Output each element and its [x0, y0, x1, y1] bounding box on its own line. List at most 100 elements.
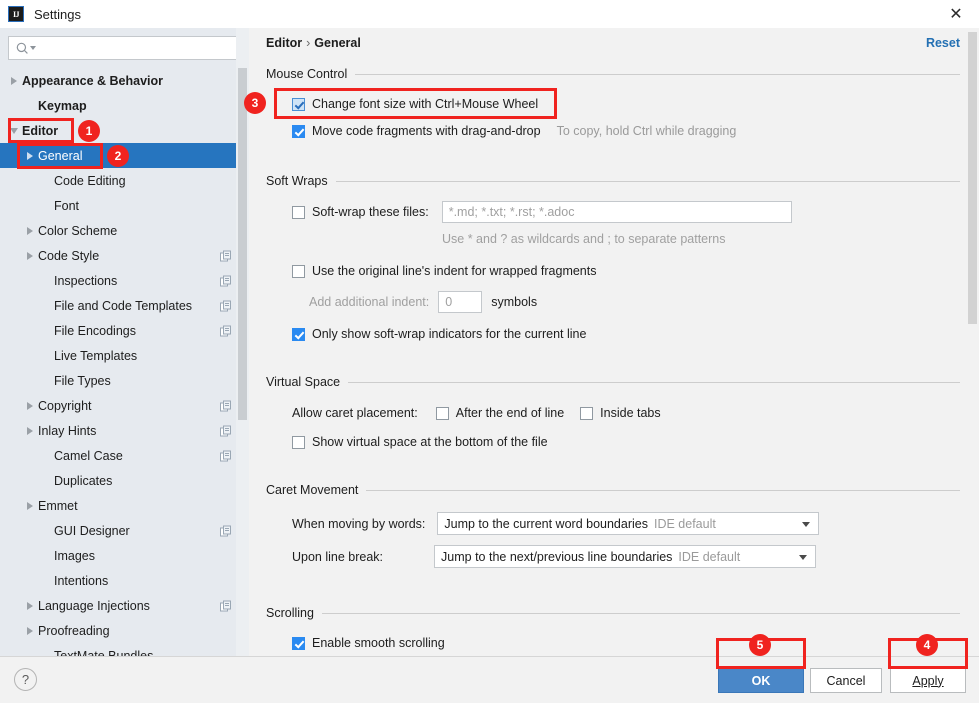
checkbox-row-change-font-size[interactable]: Change font size with Ctrl+Mouse Wheel — [292, 93, 960, 115]
sidebar-scrollbar-thumb[interactable] — [238, 68, 247, 420]
chevron-right-icon[interactable] — [6, 68, 22, 93]
only-show-indicators-label: Only show soft-wrap indicators for the c… — [312, 327, 587, 341]
sidebar-item-inlay-hints[interactable]: Inlay Hints — [0, 418, 249, 443]
sidebar-item-gui-designer[interactable]: GUI Designer — [0, 518, 249, 543]
sidebar-item-color-scheme[interactable]: Color Scheme — [0, 218, 249, 243]
search-box[interactable] — [8, 36, 240, 60]
after-end-of-line-checkbox[interactable] — [435, 406, 449, 420]
project-scope-icon — [220, 425, 231, 436]
show-virtual-space-checkbox[interactable] — [292, 435, 305, 449]
sidebar-item-appearance-behavior[interactable]: Appearance & Behavior — [0, 68, 249, 93]
upon-line-break-select[interactable]: Jump to the next/previous line boundarie… — [434, 545, 817, 568]
chevron-right-icon[interactable] — [22, 493, 38, 518]
after-end-of-line-label: After the end of line — [455, 406, 565, 420]
sidebar-item-label: TextMate Bundles — [54, 648, 154, 657]
sidebar-item-images[interactable]: Images — [0, 543, 249, 568]
when-moving-by-words-value: Jump to the current word boundaries — [444, 516, 648, 531]
annotation-badge-1: 1 — [78, 120, 100, 142]
section-mouse-control: Mouse Control Change font size with Ctrl… — [266, 67, 960, 142]
chevron-right-icon[interactable] — [22, 593, 38, 618]
sidebar-item-camel-case[interactable]: Camel Case — [0, 443, 249, 468]
chevron-right-icon[interactable] — [22, 618, 38, 643]
sidebar-item-editor[interactable]: Editor — [0, 118, 249, 143]
help-button[interactable]: ? — [14, 668, 37, 691]
change-font-size-checkbox[interactable] — [292, 97, 305, 111]
section-header: Soft Wraps — [266, 174, 960, 188]
sidebar-item-keymap[interactable]: Keymap — [0, 93, 249, 118]
inside-tabs-label: Inside tabs — [600, 406, 661, 420]
sidebar-item-label: Font — [54, 198, 80, 213]
cancel-button[interactable]: Cancel — [810, 668, 882, 693]
chevron-right-icon[interactable] — [22, 393, 38, 418]
move-code-fragments-checkbox[interactable] — [292, 124, 305, 138]
sidebar-item-copyright[interactable]: Copyright — [0, 393, 249, 418]
search-input[interactable] — [40, 40, 220, 56]
chevron-right-icon[interactable] — [22, 143, 38, 168]
sidebar-item-code-editing[interactable]: Code Editing — [0, 168, 249, 193]
checkbox-row-enable-smooth-scrolling[interactable]: Enable smooth scrolling — [292, 632, 960, 654]
annotation-badge-2: 2 — [107, 145, 129, 167]
checkbox-row-soft-wrap-files[interactable]: Soft-wrap these files: *.md; *.txt; *.rs… — [292, 201, 960, 223]
sidebar-item-proofreading[interactable]: Proofreading — [0, 618, 249, 643]
section-header: Caret Movement — [266, 483, 960, 497]
sidebar-item-label: Camel Case — [54, 448, 123, 463]
chevron-down-icon[interactable] — [6, 118, 22, 143]
sidebar-item-language-injections[interactable]: Language Injections — [0, 593, 249, 618]
sidebar-item-label: Emmet — [38, 498, 78, 513]
sidebar-item-file-and-code-templates[interactable]: File and Code Templates — [0, 293, 249, 318]
content-scrollbar-thumb[interactable] — [968, 32, 977, 324]
section-title: Soft Wraps — [266, 174, 328, 188]
chevron-right-icon[interactable] — [22, 243, 38, 268]
sidebar-item-textmate-bundles[interactable]: TextMate Bundles — [0, 643, 249, 657]
apply-button[interactable]: Apply — [890, 668, 966, 693]
sidebar-item-label: Keymap — [38, 98, 87, 113]
sidebar-item-label: General — [38, 148, 83, 163]
sidebar-item-label: Code Editing — [54, 173, 126, 188]
sidebar-item-file-encodings[interactable]: File Encodings — [0, 318, 249, 343]
checkbox-row-only-show-indicators[interactable]: Only show soft-wrap indicators for the c… — [292, 323, 960, 345]
project-scope-icon — [220, 250, 231, 261]
breadcrumb-root[interactable]: Editor — [266, 36, 302, 50]
upon-line-break-sub: IDE default — [678, 549, 741, 564]
sidebar-item-intentions[interactable]: Intentions — [0, 568, 249, 593]
soft-wrap-files-checkbox[interactable] — [292, 205, 305, 219]
original-indent-checkbox[interactable] — [292, 264, 305, 278]
chevron-right-icon[interactable] — [22, 218, 38, 243]
enable-smooth-scrolling-checkbox[interactable] — [292, 636, 305, 650]
chevron-right-icon[interactable] — [22, 418, 38, 443]
sidebar-item-duplicates[interactable]: Duplicates — [0, 468, 249, 493]
sidebar-item-file-types[interactable]: File Types — [0, 368, 249, 393]
when-moving-by-words-select[interactable]: Jump to the current word boundaries IDE … — [437, 512, 820, 535]
sidebar-scrollbar-track[interactable] — [236, 28, 249, 656]
sidebar-item-inspections[interactable]: Inspections — [0, 268, 249, 293]
section-divider — [366, 489, 960, 491]
inside-tabs-checkbox[interactable] — [580, 406, 594, 420]
only-show-indicators-checkbox[interactable] — [292, 327, 305, 341]
reset-link[interactable]: Reset — [926, 36, 960, 50]
sidebar-item-emmet[interactable]: Emmet — [0, 493, 249, 518]
close-icon[interactable]: ✕ — [933, 0, 979, 28]
sidebar-item-live-templates[interactable]: Live Templates — [0, 343, 249, 368]
ok-button[interactable]: OK — [718, 668, 804, 693]
upon-line-break-value: Jump to the next/previous line boundarie… — [441, 549, 673, 564]
add-additional-indent-input[interactable]: 0 — [438, 291, 483, 313]
checkbox-row-move-code-fragments[interactable]: Move code fragments with drag-and-drop T… — [292, 120, 960, 142]
sidebar-item-label: Intentions — [54, 573, 109, 588]
sidebar-item-font[interactable]: Font — [0, 193, 249, 218]
intellij-logo-icon: IJ — [8, 6, 24, 22]
checkbox-row-original-indent[interactable]: Use the original line's indent for wrapp… — [292, 260, 960, 282]
chevron-down-icon[interactable] — [802, 521, 811, 527]
project-scope-icon — [220, 325, 231, 336]
sidebar-item-code-style[interactable]: Code Style — [0, 243, 249, 268]
search-dropdown-icon[interactable] — [30, 46, 36, 50]
add-additional-indent-row: Add additional indent: 0 symbols — [309, 291, 960, 313]
content-scrollbar-track[interactable] — [966, 28, 979, 656]
checkbox-row-show-virtual-space[interactable]: Show virtual space at the bottom of the … — [292, 431, 960, 453]
move-code-fragments-label: Move code fragments with drag-and-drop — [312, 124, 541, 138]
chevron-down-icon[interactable] — [799, 554, 808, 560]
apply-button-label: Apply — [912, 673, 944, 688]
soft-wrap-files-input[interactable]: *.md; *.txt; *.rst; *.adoc — [441, 201, 792, 223]
